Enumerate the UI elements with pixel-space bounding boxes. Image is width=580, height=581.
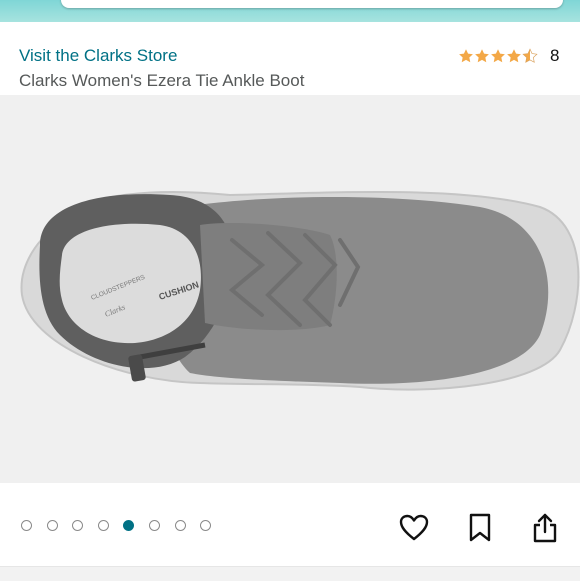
carousel-dot[interactable] bbox=[174, 520, 186, 531]
top-bar bbox=[0, 0, 580, 22]
rating[interactable]: 8 bbox=[458, 45, 559, 67]
favorite-button[interactable] bbox=[398, 512, 430, 544]
share-button[interactable] bbox=[529, 512, 561, 544]
carousel-indicator[interactable] bbox=[21, 520, 226, 531]
carousel-dot[interactable] bbox=[97, 520, 109, 531]
carousel-dot[interactable] bbox=[148, 520, 160, 531]
save-button[interactable] bbox=[464, 512, 496, 544]
bottom-divider bbox=[0, 566, 580, 581]
share-icon bbox=[533, 513, 557, 543]
product-image[interactable]: CLOUDSTEPPERS Clarks CUSHION bbox=[0, 95, 580, 483]
star-icon bbox=[491, 49, 505, 63]
star-icon bbox=[475, 49, 489, 63]
store-link[interactable]: Visit the Clarks Store bbox=[19, 46, 177, 66]
carousel-dot[interactable] bbox=[46, 520, 58, 531]
review-count: 8 bbox=[550, 46, 560, 65]
search-box[interactable] bbox=[61, 0, 563, 8]
shoe-illustration: CLOUDSTEPPERS Clarks CUSHION bbox=[20, 190, 580, 391]
half-star-icon bbox=[522, 48, 538, 63]
carousel-dot[interactable] bbox=[21, 520, 32, 531]
star-rating bbox=[458, 48, 538, 64]
carousel-dot[interactable] bbox=[72, 520, 84, 531]
star-icon bbox=[459, 49, 473, 63]
carousel-dot-active[interactable] bbox=[123, 520, 135, 531]
star-icon bbox=[507, 49, 521, 63]
heart-icon bbox=[399, 514, 429, 541]
carousel-dot[interactable] bbox=[200, 520, 212, 531]
bookmark-icon bbox=[469, 513, 491, 542]
product-title: Clarks Women's Ezera Tie Ankle Boot bbox=[19, 71, 305, 90]
